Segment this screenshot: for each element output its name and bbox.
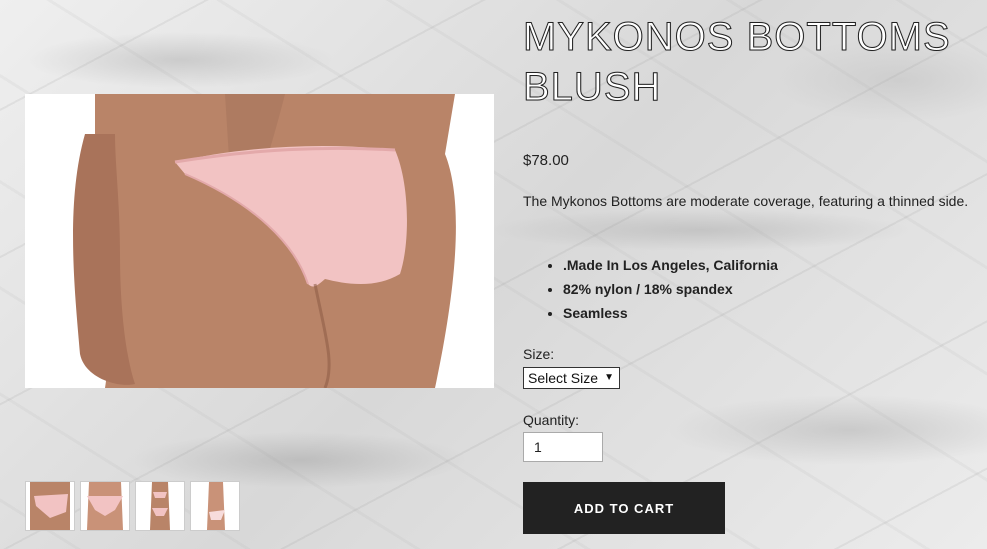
thumbnail-back[interactable] xyxy=(25,481,75,531)
thumbnail-side[interactable] xyxy=(190,481,240,531)
quantity-label: Quantity: xyxy=(523,412,580,428)
size-select-value: Select Size xyxy=(528,370,599,386)
feature-item: .Made In Los Angeles, California xyxy=(563,253,778,277)
quantity-input[interactable]: 1 xyxy=(523,432,603,462)
add-to-cart-button[interactable]: ADD TO CART xyxy=(523,482,725,534)
feature-item: 82% nylon / 18% spandex xyxy=(563,277,778,301)
product-title: MYKONOS BOTTOMS BLUSH xyxy=(523,15,951,110)
product-price: $78.00 xyxy=(523,152,569,169)
thumbnail-strip xyxy=(25,481,240,531)
dropdown-caret-icon: ▼ xyxy=(604,372,614,383)
product-description: The Mykonos Bottoms are moderate coverag… xyxy=(523,193,969,209)
feature-item: Seamless xyxy=(563,301,778,325)
thumbnail-full-body[interactable] xyxy=(135,481,185,531)
size-select[interactable]: Select Size ▼ xyxy=(523,367,620,389)
product-photo xyxy=(25,94,494,388)
feature-list: .Made In Los Angeles, California 82% nyl… xyxy=(523,253,778,325)
thumbnail-front[interactable] xyxy=(80,481,130,531)
size-label: Size: xyxy=(523,346,555,362)
product-main-image[interactable] xyxy=(25,94,494,388)
